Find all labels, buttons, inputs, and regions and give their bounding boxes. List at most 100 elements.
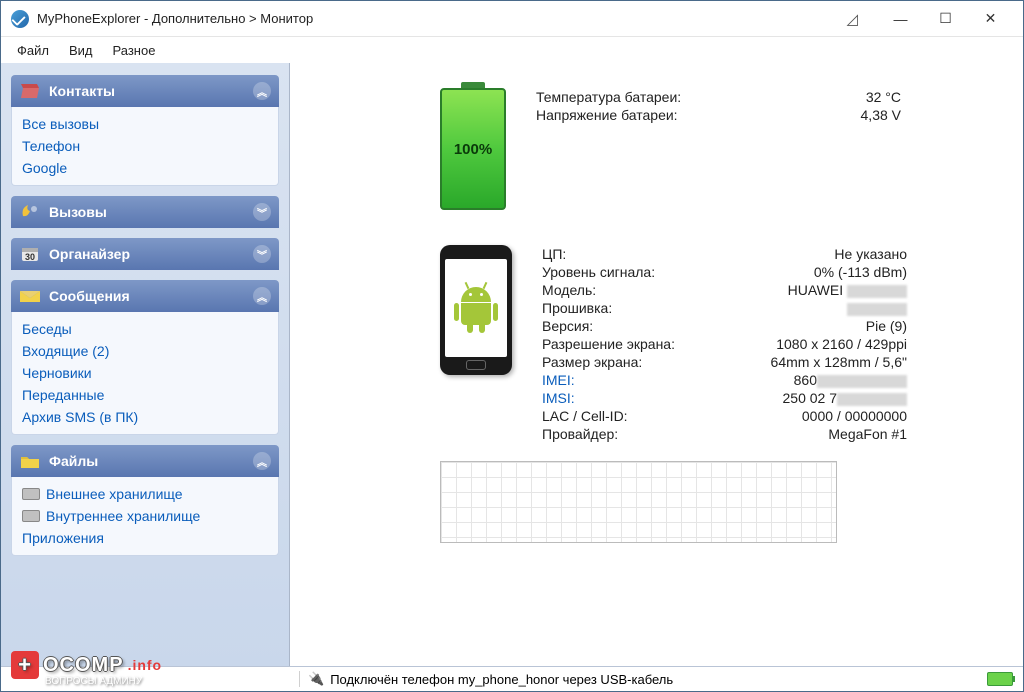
sidebar-item-inbox[interactable]: Входящие (2): [22, 340, 268, 362]
menu-file[interactable]: Файл: [7, 39, 59, 62]
watermark-tld: .info: [128, 657, 163, 673]
contacts-icon: [19, 81, 41, 101]
sidebar-item-drafts[interactable]: Черновики: [22, 362, 268, 384]
panel-messages: Сообщения ︽ Беседы Входящие (2) Черновик…: [11, 280, 279, 435]
sidebar-item-archive[interactable]: Архив SMS (в ПК): [22, 406, 268, 428]
censored-box: [837, 393, 907, 406]
panel-contacts-title: Контакты: [49, 83, 115, 99]
sidebar: Контакты ︽ Все вызовы Телефон Google Выз…: [1, 63, 289, 668]
chevron-up-icon: ︽: [253, 452, 271, 470]
res-value: 1080 x 2160 / 429ppi: [732, 336, 907, 352]
menubar: Файл Вид Разное: [1, 37, 1023, 63]
signal-icon: ◿: [846, 10, 858, 28]
sidebar-item-chats[interactable]: Беседы: [22, 318, 268, 340]
panel-files-body: Внешнее хранилище Внутреннее хранилище П…: [11, 477, 279, 556]
watermark-subtitle: ВОПРОСЫ АДМИНУ: [45, 676, 142, 687]
signal-label: Уровень сигнала:: [542, 264, 732, 280]
panel-files-title: Файлы: [49, 453, 98, 469]
device-info: ЦП:Не указано Уровень сигнала:0% (-113 d…: [542, 245, 907, 443]
chevron-down-icon: ︾: [253, 203, 271, 221]
censored-box: [847, 285, 907, 298]
model-label: Модель:: [542, 282, 732, 298]
close-button[interactable]: ✕: [968, 4, 1013, 34]
calendar-icon: 30: [19, 244, 41, 264]
minimize-button[interactable]: —: [878, 4, 923, 34]
chevron-down-icon: ︾: [253, 245, 271, 263]
panel-contacts-body: Все вызовы Телефон Google: [11, 107, 279, 186]
imsi-value: 250 02 7: [732, 390, 907, 406]
plus-icon: +: [11, 651, 39, 679]
size-label: Размер экрана:: [542, 354, 732, 370]
menu-view[interactable]: Вид: [59, 39, 103, 62]
imei-value: 860: [732, 372, 907, 388]
panel-files-header[interactable]: Файлы ︽: [11, 445, 279, 477]
battery-info: Температура батареи:32 °C Напряжение бат…: [536, 88, 901, 124]
app-window: MyPhoneExplorer - Дополнительно > Монито…: [0, 0, 1024, 692]
titlebar: MyPhoneExplorer - Дополнительно > Монито…: [1, 1, 1023, 37]
usb-plug-icon: 🔌: [308, 671, 324, 687]
panel-organizer: 30 Органайзер ︾: [11, 238, 279, 270]
sidebar-item-sent[interactable]: Переданные: [22, 384, 268, 406]
main-monitor: 100% Температура батареи:32 °C Напряжени…: [289, 63, 1023, 668]
menu-misc[interactable]: Разное: [103, 39, 166, 62]
status-main: 🔌 Подключён телефон my_phone_honor через…: [299, 671, 1023, 687]
battery-icon: 100%: [440, 88, 506, 210]
battery-temp-value: 32 °C: [726, 89, 901, 105]
status-battery-icon: [987, 672, 1013, 686]
censored-box: [817, 375, 907, 388]
sidebar-item-int-storage[interactable]: Внутреннее хранилище: [22, 505, 268, 527]
panel-messages-title: Сообщения: [49, 288, 130, 304]
imsi-label[interactable]: IMSI:: [542, 390, 732, 406]
panel-calls-title: Вызовы: [49, 204, 107, 220]
battery-temp-label: Температура батареи:: [536, 89, 726, 105]
model-value: HUAWEI: [732, 282, 907, 298]
folder-icon: [19, 451, 41, 471]
window-controls: — ☐ ✕: [878, 4, 1013, 34]
phone-graphic: [440, 245, 512, 375]
imei-label[interactable]: IMEI:: [542, 372, 732, 388]
signal-value: 0% (-113 dBm): [732, 264, 907, 280]
chevron-up-icon: ︽: [253, 287, 271, 305]
cpu-value: Не указано: [732, 246, 907, 262]
envelope-icon: [19, 286, 41, 306]
fw-label: Прошивка:: [542, 300, 732, 316]
panel-contacts-header[interactable]: Контакты ︽: [11, 75, 279, 107]
sidebar-item-apps[interactable]: Приложения: [22, 527, 268, 549]
censored-box: [847, 303, 907, 316]
panel-calls-header[interactable]: Вызовы ︾: [11, 196, 279, 228]
svg-text:30: 30: [25, 252, 35, 262]
panel-calls: Вызовы ︾: [11, 196, 279, 228]
sidebar-item-phone[interactable]: Телефон: [22, 135, 268, 157]
maximize-button[interactable]: ☐: [923, 4, 968, 34]
lac-label: LAC / Cell-ID:: [542, 408, 732, 424]
status-text: Подключён телефон my_phone_honor через U…: [330, 672, 673, 687]
watermark: + OCOMP.info: [11, 651, 162, 679]
ver-label: Версия:: [542, 318, 732, 334]
panel-organizer-title: Органайзер: [49, 246, 130, 262]
drive-icon: [22, 510, 40, 522]
res-label: Разрешение экрана:: [542, 336, 732, 352]
battery-percent: 100%: [454, 141, 492, 158]
content-area: Контакты ︽ Все вызовы Телефон Google Выз…: [1, 63, 1023, 668]
sidebar-item-ext-storage[interactable]: Внешнее хранилище: [22, 483, 268, 505]
sidebar-item-google[interactable]: Google: [22, 157, 268, 179]
size-value: 64mm x 128mm / 5,6": [732, 354, 907, 370]
panel-messages-header[interactable]: Сообщения ︽: [11, 280, 279, 312]
battery-volt-label: Напряжение батареи:: [536, 107, 726, 123]
battery-volt-value: 4,38 V: [726, 107, 901, 123]
lac-value: 0000 / 00000000: [732, 408, 907, 424]
calls-icon: [19, 202, 41, 222]
panel-contacts: Контакты ︽ Все вызовы Телефон Google: [11, 75, 279, 186]
fw-value: [732, 300, 907, 316]
cpu-label: ЦП:: [542, 246, 732, 262]
sidebar-item-all-calls[interactable]: Все вызовы: [22, 113, 268, 135]
drive-icon: [22, 488, 40, 500]
panel-organizer-header[interactable]: 30 Органайзер ︾: [11, 238, 279, 270]
prov-value: MegaFon #1: [732, 426, 907, 442]
chevron-up-icon: ︽: [253, 82, 271, 100]
app-icon: [11, 10, 29, 28]
window-title: MyPhoneExplorer - Дополнительно > Монито…: [37, 11, 846, 26]
chart-grid: [440, 461, 837, 543]
prov-label: Провайдер:: [542, 426, 732, 442]
panel-files: Файлы ︽ Внешнее хранилище Внутреннее хра…: [11, 445, 279, 556]
